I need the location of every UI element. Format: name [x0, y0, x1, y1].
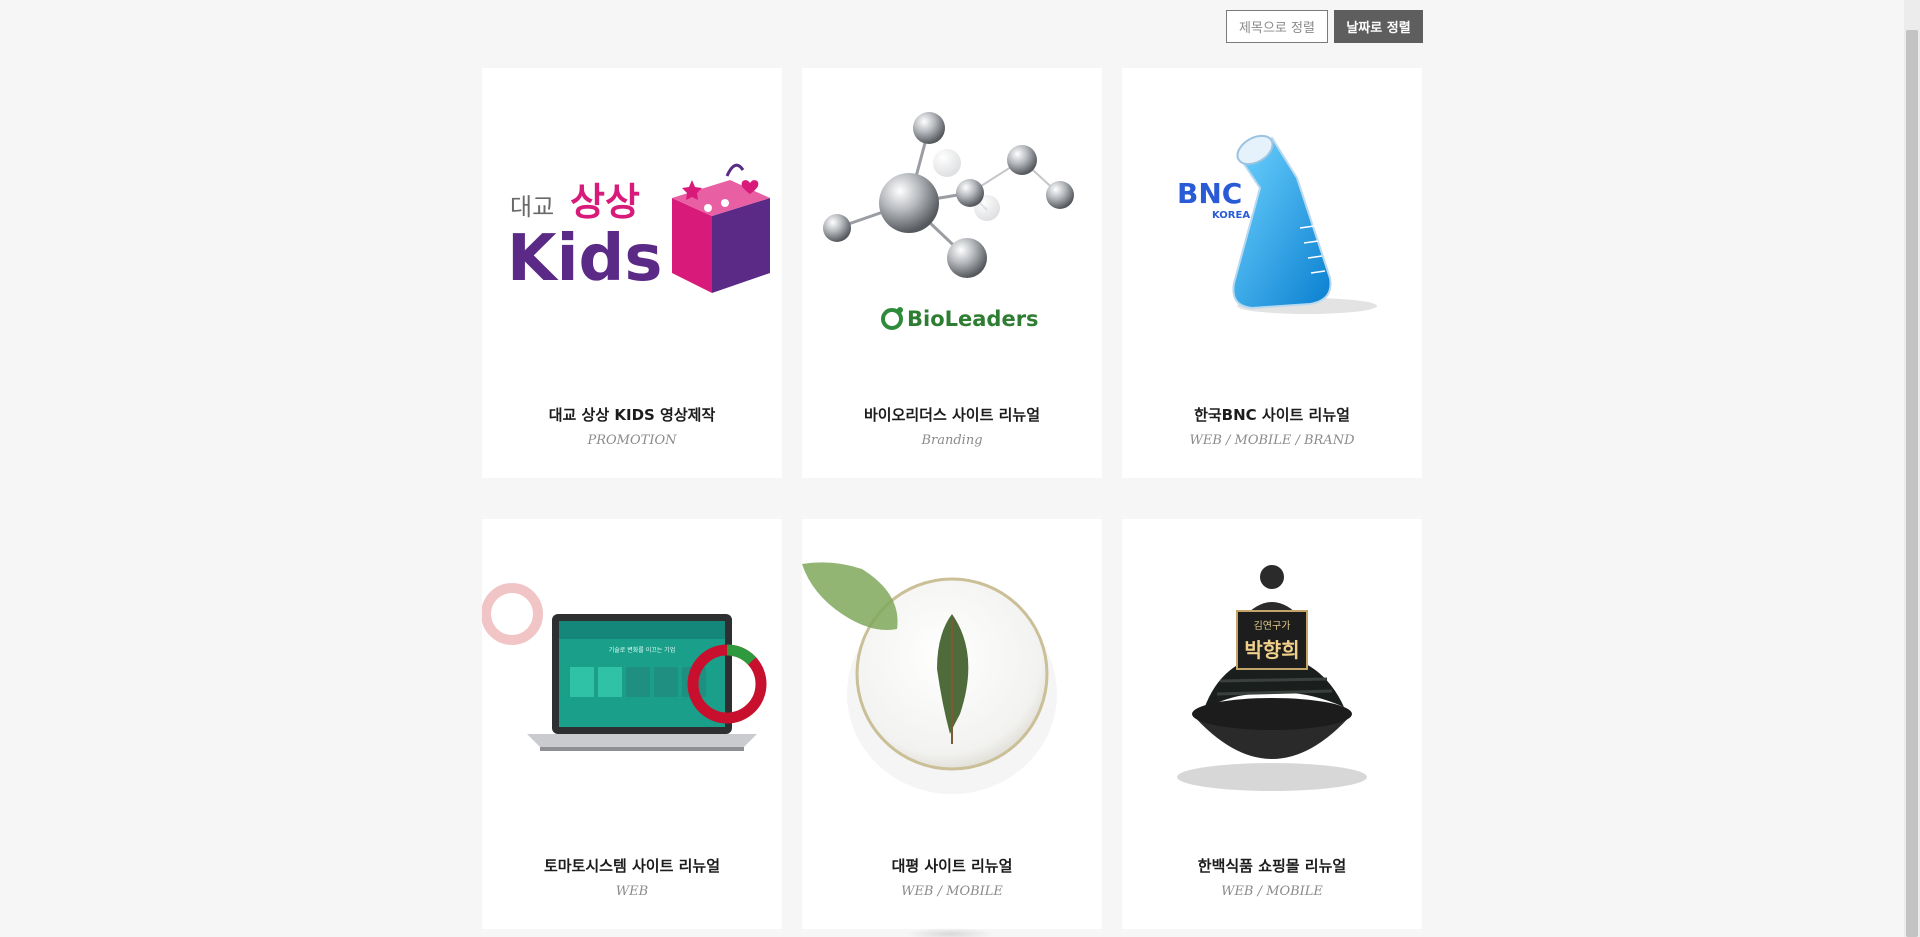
brand-sign-top: 김연구가: [1254, 620, 1291, 632]
card-title: 토마토시스템 사이트 리뉴얼: [543, 857, 721, 875]
card-category: PROMOTION: [587, 433, 677, 448]
tomato-laptop-image: 기술로 변화를 이끄는 기업: [482, 583, 767, 751]
card-category: Branding: [921, 433, 983, 448]
kids-logo-prefix: 대교: [510, 193, 554, 221]
card-title: 바이오리더스 사이트 리뉴얼: [863, 406, 1041, 424]
scrollbar-thumb[interactable]: [1906, 30, 1918, 937]
sort-by-title-button[interactable]: 제목으로 정렬: [1226, 10, 1328, 43]
bnc-logo-subtext: KOREA: [1212, 210, 1250, 221]
kids-logo-sub: Kids: [507, 222, 662, 296]
bio-logo-icon: [881, 308, 903, 330]
page: 제목으로 정렬 날짜로 정렬 대교 상상 Kids 대교 상상 KIDS 영상제…: [0, 0, 1920, 937]
brand-sign-main: 박향희: [1244, 638, 1299, 662]
portfolio-card-tomato-system[interactable]: 기술로 변화를 이끄는 기업 토마토시스템 사이트 리뉴얼 WEB: [482, 519, 782, 929]
portfolio-card-hanbaek-foods[interactable]: 김연구가 박향희 한백식품 쇼핑몰 리뉴얼 WEB / MOBILE: [1122, 519, 1422, 929]
screen-headline: 기술로 변화를 이끄는 기업: [609, 646, 675, 654]
sort-by-date-button[interactable]: 날짜로 정렬: [1334, 10, 1423, 43]
scrollbar[interactable]: [1904, 0, 1920, 937]
card-category: WEB / MOBILE / BRAND: [1189, 433, 1355, 448]
daekyo-kids-logo-image: 대교 상상 Kids: [507, 163, 770, 296]
kids-logo-main: 상상: [570, 180, 640, 224]
daepyeong-salt-leaf-image: [802, 562, 1057, 794]
sort-bar: 제목으로 정렬 날짜로 정렬: [1226, 10, 1423, 43]
laptop-base: [527, 734, 757, 747]
next-row-peek: [905, 928, 995, 937]
card-title: 한백식품 쇼핑몰 리뉴얼: [1197, 857, 1347, 875]
card-category: WEB: [615, 884, 649, 899]
bowl-shadow: [1177, 763, 1367, 791]
portfolio-card-daekyo-kids[interactable]: 대교 상상 Kids 대교 상상 KIDS 영상제작 PROMOTION: [482, 68, 782, 478]
card-title: 대평 사이트 리뉴얼: [891, 857, 1013, 875]
portfolio-card-bioleaders[interactable]: BioLeaders 바이오리더스 사이트 리뉴얼 Branding: [802, 68, 1102, 478]
falling-leaf-icon: [802, 562, 898, 630]
bnc-flask-image: BNC KOREA: [1177, 134, 1377, 314]
portfolio-card-bnc-korea[interactable]: BNC KOREA 한국BNC 사이트 리뉴얼 WEB / MOBILE / B…: [1122, 68, 1422, 478]
ring-faint-shape: [482, 583, 543, 645]
hanbaek-seaweed-image: 김연구가 박향희: [1177, 565, 1367, 791]
card-title: 한국BNC 사이트 리뉴얼: [1194, 406, 1350, 424]
card-category: WEB / MOBILE: [1221, 884, 1323, 899]
portfolio-card-daepyeong[interactable]: 대평 사이트 리뉴얼 WEB / MOBILE: [802, 519, 1102, 929]
bnc-logo-text: BNC: [1177, 177, 1242, 210]
portfolio-grid: 대교 상상 Kids 대교 상상 KIDS 영상제작 PROMOTION Bio…: [482, 68, 1422, 929]
bioleaders-molecule-image: BioLeaders: [823, 112, 1074, 331]
card-title: 대교 상상 KIDS 영상제작: [548, 406, 716, 424]
card-category: WEB / MOBILE: [901, 884, 1003, 899]
bioleaders-logo-text: BioLeaders: [907, 307, 1039, 331]
person-head: [1260, 565, 1284, 589]
